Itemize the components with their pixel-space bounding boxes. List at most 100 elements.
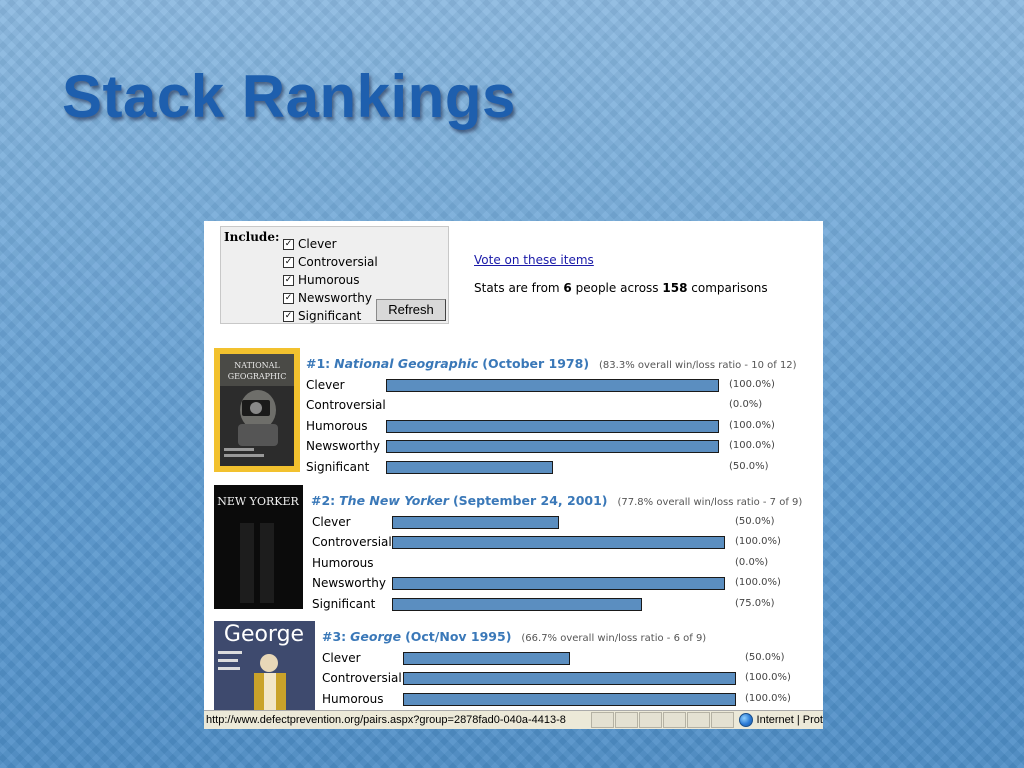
filter-option-controversial[interactable]: ✓ Controversial	[283, 253, 378, 271]
score-bar	[392, 577, 725, 591]
filter-option-clever[interactable]: ✓ Clever	[283, 235, 337, 253]
status-segment	[686, 712, 710, 728]
people-count: 6	[563, 281, 572, 295]
status-segment	[662, 712, 686, 728]
rank-number: #1:	[306, 356, 331, 371]
score-percent: (100.0%)	[745, 672, 791, 684]
checkbox-clever[interactable]: ✓	[283, 238, 294, 250]
criterion-label: Controversial	[322, 671, 402, 686]
score-bar	[386, 440, 719, 454]
score-bar	[386, 379, 719, 392]
score-bar	[392, 516, 559, 529]
cover-image-national-geographic: NATIONAL GEOGRAPHIC	[214, 348, 300, 472]
entry-heading: #3: George (Oct/Nov 1995) (66.7% overall…	[322, 629, 706, 644]
svg-text:NEW YORKER: NEW YORKER	[217, 495, 299, 508]
svg-text:NATIONAL: NATIONAL	[234, 361, 280, 370]
comparison-count: 158	[662, 281, 688, 295]
criterion-label: Humorous	[306, 418, 368, 433]
score-percent: (100.0%)	[729, 440, 775, 452]
refresh-button[interactable]: Refresh	[376, 299, 446, 321]
criterion-label: Humorous	[312, 555, 374, 570]
score-percent: (50.0%)	[745, 652, 785, 663]
rank-number: #2:	[311, 493, 336, 508]
criterion-label: Controversial	[312, 535, 392, 550]
filter-option-newsworthy[interactable]: ✓ Newsworthy	[283, 289, 372, 307]
stats-summary: Stats are from 6 people across 158 compa…	[474, 281, 768, 295]
magazine-name[interactable]: National Geographic	[334, 356, 478, 371]
score-percent: (50.0%)	[729, 460, 769, 472]
criterion-label: Clever	[322, 651, 361, 665]
checkbox-controversial[interactable]: ✓	[283, 256, 294, 268]
score-percent: (100.0%)	[729, 379, 775, 390]
score-percent: (0.0%)	[729, 399, 763, 411]
score-percent: (75.0%)	[735, 597, 775, 609]
filter-label-newsworthy: Newsworthy	[298, 291, 372, 305]
include-filter-panel: Include: ✓ Clever ✓ Controversial ✓ Humo…	[220, 226, 449, 324]
score-percent: (0.0%)	[735, 556, 769, 568]
filter-label-humorous: Humorous	[298, 273, 360, 287]
checkbox-newsworthy[interactable]: ✓	[283, 292, 294, 304]
cover-image-george: George	[214, 621, 315, 711]
globe-icon	[738, 713, 753, 727]
magazine-name[interactable]: The New Yorker	[339, 493, 449, 508]
score-bar	[403, 672, 736, 686]
win-loss-ratio: (77.8% overall win/loss ratio - 7 of 9)	[617, 497, 803, 508]
stats-suffix: comparisons	[687, 281, 768, 295]
filter-label-controversial: Controversial	[298, 255, 378, 269]
criterion-label: Clever	[312, 515, 351, 529]
browser-screenshot: Include: ✓ Clever ✓ Controversial ✓ Humo…	[204, 221, 823, 729]
checkbox-significant[interactable]: ✓	[283, 310, 294, 322]
score-percent: (50.0%)	[735, 516, 775, 527]
stats-prefix: Stats are from	[474, 281, 564, 295]
george-cover: George	[214, 621, 315, 711]
entry-heading: #1: National Geographic (October 1978) (…	[306, 356, 797, 371]
criterion-label: Newsworthy	[306, 439, 380, 454]
entry-heading: #2: The New Yorker (September 24, 2001) …	[311, 493, 802, 508]
score-bar	[403, 692, 736, 706]
slide-title: Stack Rankings	[62, 63, 516, 130]
filter-option-significant[interactable]: ✓ Significant	[283, 307, 361, 325]
security-zone: Internet | Prot	[738, 713, 823, 727]
stats-middle: people across	[571, 281, 663, 295]
score-percent: (100.0%)	[735, 577, 781, 589]
status-segment	[638, 712, 662, 728]
status-segment	[614, 712, 638, 728]
vote-link[interactable]: Vote on these items	[474, 253, 594, 267]
score-bar	[386, 460, 553, 474]
status-segment	[590, 712, 614, 728]
svg-text:George: George	[224, 622, 304, 647]
magazine-name[interactable]: George	[350, 629, 401, 644]
filter-label-clever: Clever	[298, 237, 337, 251]
rank-number: #3:	[322, 629, 347, 644]
status-url: http://www.defectprevention.org/pairs.as…	[206, 714, 566, 726]
criterion-label: Newsworthy	[312, 576, 386, 591]
status-segment	[710, 712, 734, 728]
win-loss-ratio: (66.7% overall win/loss ratio - 6 of 9)	[521, 633, 707, 644]
zone-label: Internet | Prot	[756, 714, 823, 726]
score-bar	[386, 419, 719, 433]
filter-label-significant: Significant	[298, 309, 362, 323]
new-yorker-cover: NEW YORKER	[214, 485, 303, 609]
issue-date: (Oct/Nov 1995)	[405, 629, 512, 644]
win-loss-ratio: (83.3% overall win/loss ratio - 10 of 12…	[599, 360, 797, 371]
criterion-label: Clever	[306, 378, 345, 392]
include-label: Include:	[224, 230, 280, 244]
issue-date: (October 1978)	[482, 356, 590, 371]
browser-status-bar: http://www.defectprevention.org/pairs.as…	[204, 710, 823, 729]
issue-date: (September 24, 2001)	[452, 493, 608, 508]
score-bar	[392, 597, 642, 611]
score-bar	[403, 652, 570, 665]
checkbox-humorous[interactable]: ✓	[283, 274, 294, 286]
national-geographic-cover: NATIONAL GEOGRAPHIC	[214, 348, 300, 472]
score-percent: (100.0%)	[745, 692, 791, 704]
criterion-label: Humorous	[322, 691, 384, 706]
cover-image-new-yorker: NEW YORKER	[214, 485, 303, 609]
svg-text:GEOGRAPHIC: GEOGRAPHIC	[228, 372, 287, 381]
criterion-label: Significant	[306, 459, 370, 474]
score-percent: (100.0%)	[735, 536, 781, 548]
filter-option-humorous[interactable]: ✓ Humorous	[283, 271, 360, 289]
criterion-label: Controversial	[306, 398, 386, 413]
score-bar	[392, 536, 725, 550]
criterion-label: Significant	[312, 596, 376, 611]
score-percent: (100.0%)	[729, 419, 775, 431]
